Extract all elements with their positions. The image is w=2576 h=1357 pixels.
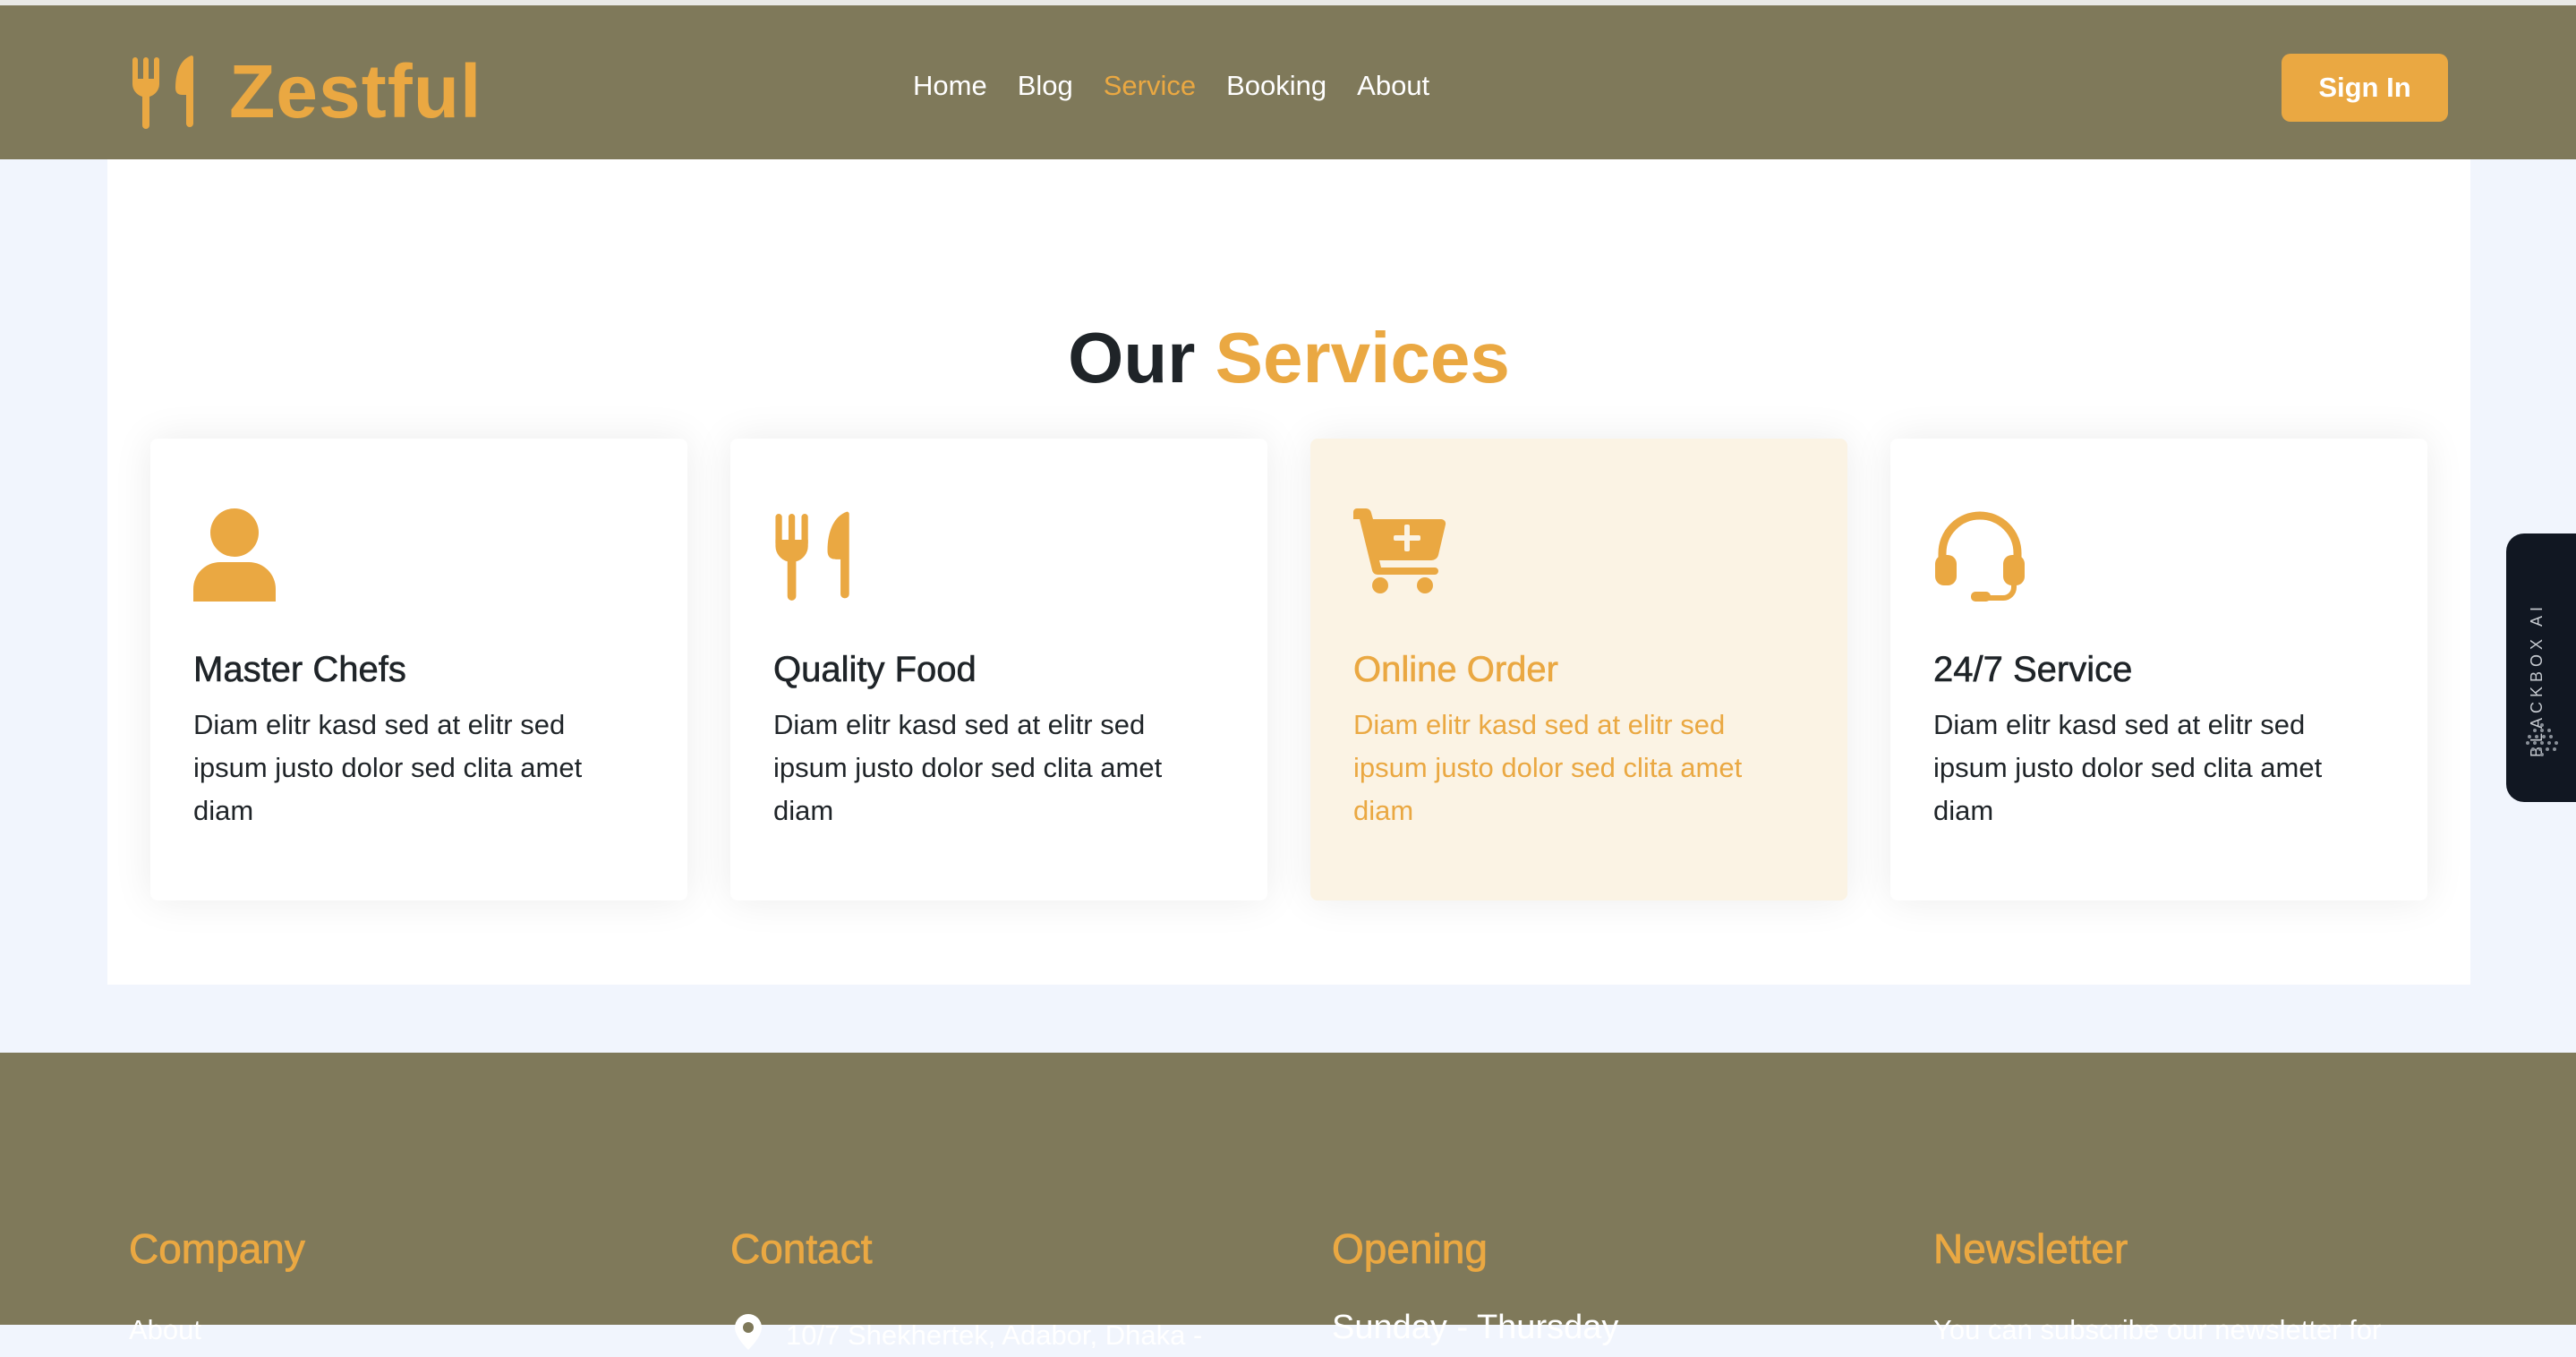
service-card-online-order[interactable]: Online Order Diam elitr kasd sed at elit… (1310, 439, 1847, 900)
section-title: Our Services (107, 317, 2470, 399)
footer: Company About Contact 10/7 Shekhertek, A… (0, 1053, 2576, 1351)
footer-opening: Opening Sunday - Thursday (1332, 1225, 1619, 1346)
main-nav: Home Blog Service Booking About (913, 59, 1429, 113)
blackbox-logo-icon (2524, 721, 2560, 762)
map-marker-icon (730, 1314, 766, 1357)
service-card-master-chefs[interactable]: Master Chefs Diam elitr kasd sed at elit… (150, 439, 687, 900)
footer-opening-days: Sunday - Thursday (1332, 1309, 1619, 1346)
card-title: Quality Food (773, 650, 977, 690)
brand-name: Zestful (229, 48, 482, 133)
nav-link-blog[interactable]: Blog (1018, 70, 1073, 102)
footer-newsletter: Newsletter You can subscribe our newslet… (1933, 1225, 2382, 1345)
cart-plus-icon (1353, 508, 1446, 594)
nav-link-about[interactable]: About (1357, 70, 1429, 102)
footer-link-about[interactable]: About (129, 1314, 201, 1346)
footer-heading: Opening (1332, 1225, 1488, 1273)
card-title: Online Order (1353, 650, 1559, 690)
navbar: Zestful Home Blog Service Booking About … (0, 5, 2576, 159)
footer-heading: Newsletter (1933, 1225, 2128, 1273)
brand-logo[interactable]: Zestful (131, 47, 482, 136)
service-card-24-7-service[interactable]: 24/7 Service Diam elitr kasd sed at elit… (1890, 439, 2427, 900)
section-title-main: Our (1068, 318, 1196, 398)
sign-in-button[interactable]: Sign In (2282, 54, 2448, 122)
footer-contact: Contact 10/7 Shekhertek, Adabor, Dhaka - (730, 1225, 1203, 1351)
footer-address-text: 10/7 Shekhertek, Adabor, Dhaka - (786, 1319, 1203, 1351)
footer-newsletter-text: You can subscribe our newsletter for (1933, 1314, 2382, 1345)
footer-heading: Company (129, 1225, 306, 1273)
headset-icon (1933, 508, 2026, 602)
footer-company: Company About (129, 1225, 306, 1345)
service-card-quality-food[interactable]: Quality Food Diam elitr kasd sed at elit… (730, 439, 1267, 900)
footer-heading: Contact (730, 1225, 873, 1273)
services-section: Our Services Master Chefs Diam elitr kas… (107, 159, 2470, 985)
footer-address: 10/7 Shekhertek, Adabor, Dhaka - (730, 1314, 1202, 1357)
utensils-icon (131, 54, 199, 129)
utensils-icon (773, 508, 856, 602)
card-description: Diam elitr kasd sed at elitr sed ipsum j… (773, 709, 1163, 826)
blackbox-ai-widget[interactable]: BLACKBOX AI (2506, 533, 2576, 802)
card-description: Diam elitr kasd sed at elitr sed ipsum j… (193, 709, 583, 826)
card-title: Master Chefs (193, 650, 406, 690)
nav-link-service[interactable]: Service (1104, 70, 1196, 102)
nav-link-home[interactable]: Home (913, 70, 987, 102)
card-description: Diam elitr kasd sed at elitr sed ipsum j… (1933, 709, 2323, 826)
section-title-accent: Services (1215, 318, 1510, 398)
user-icon (193, 508, 276, 602)
card-description: Diam elitr kasd sed at elitr sed ipsum j… (1353, 709, 1743, 826)
card-title: 24/7 Service (1933, 650, 2133, 690)
nav-link-booking[interactable]: Booking (1226, 70, 1326, 102)
